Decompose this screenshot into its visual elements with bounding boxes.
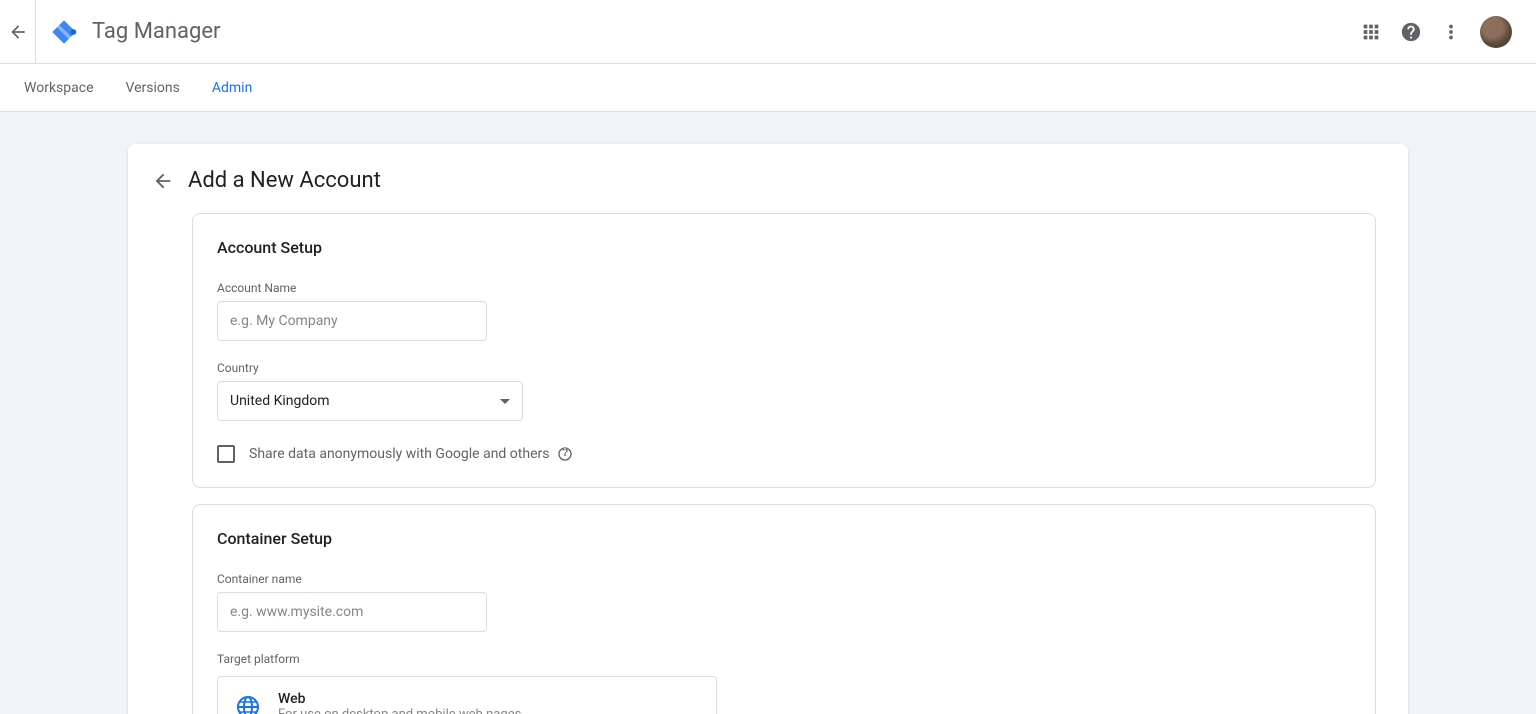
tab-versions[interactable]: Versions: [126, 64, 180, 112]
nav-tabs: Workspace Versions Admin: [0, 64, 1536, 112]
tab-admin[interactable]: Admin: [212, 64, 252, 112]
platform-text-group: Web For use on desktop and mobile web pa…: [278, 691, 521, 714]
share-data-checkbox[interactable]: [217, 445, 235, 463]
apps-grid-icon[interactable]: [1360, 21, 1382, 43]
share-data-label: Share data anonymously with Google and o…: [249, 446, 573, 462]
target-platform-label: Target platform: [217, 652, 1351, 666]
account-setup-title: Account Setup: [217, 238, 1351, 257]
gtm-logo-icon: [50, 18, 78, 46]
panel-title: Add a New Account: [188, 168, 381, 193]
share-data-row: Share data anonymously with Google and o…: [217, 445, 1351, 463]
globe-icon: [236, 695, 260, 714]
main-panel: Add a New Account Account Setup Account …: [128, 144, 1408, 714]
help-icon[interactable]: [1400, 21, 1422, 43]
content-area: Add a New Account Account Setup Account …: [0, 112, 1536, 714]
panel-back-icon[interactable]: [152, 170, 174, 192]
container-name-label: Container name: [217, 572, 1351, 586]
app-title: Tag Manager: [92, 19, 220, 44]
container-name-input[interactable]: [217, 592, 487, 632]
logo-title-group: Tag Manager: [50, 18, 220, 46]
country-value: United Kingdom: [230, 393, 330, 409]
share-help-icon[interactable]: [557, 446, 573, 462]
country-label: Country: [217, 361, 1351, 375]
account-setup-card: Account Setup Account Name Country Unite…: [192, 213, 1376, 488]
back-section: [0, 0, 36, 64]
container-setup-card: Container Setup Container name Target pl…: [192, 504, 1376, 714]
more-vert-icon[interactable]: [1440, 21, 1462, 43]
platform-name: Web: [278, 691, 521, 707]
container-setup-title: Container Setup: [217, 529, 1351, 548]
country-select[interactable]: United Kingdom: [217, 381, 523, 421]
chevron-down-icon: [500, 399, 510, 404]
account-name-label: Account Name: [217, 281, 1351, 295]
platform-desc: For use on desktop and mobile web pages: [278, 707, 521, 714]
header-right-icons: [1360, 16, 1524, 48]
back-arrow-icon[interactable]: [8, 22, 28, 42]
panel-header: Add a New Account: [128, 168, 1408, 213]
top-header: Tag Manager: [0, 0, 1536, 64]
tab-workspace[interactable]: Workspace: [24, 64, 94, 112]
user-avatar[interactable]: [1480, 16, 1512, 48]
platform-option-web[interactable]: Web For use on desktop and mobile web pa…: [217, 676, 717, 714]
account-name-input[interactable]: [217, 301, 487, 341]
